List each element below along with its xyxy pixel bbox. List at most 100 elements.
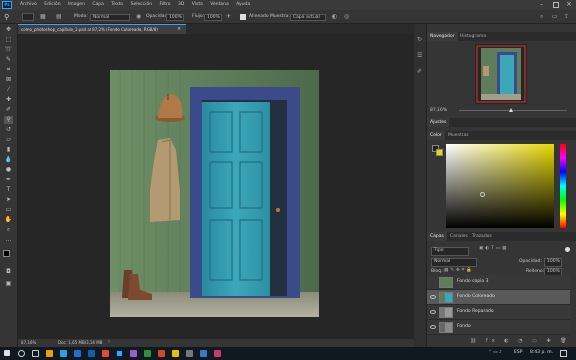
- tab-capas[interactable]: Capas: [427, 232, 447, 241]
- tab-canales[interactable]: Canales: [447, 232, 471, 241]
- store-icon[interactable]: [74, 350, 81, 357]
- hue-slider[interactable]: [560, 144, 566, 228]
- document-tab[interactable]: como_photoshop_capitulo_2.psd al 87,2% (…: [18, 24, 186, 34]
- mail-icon[interactable]: [88, 350, 95, 357]
- brush-panel-icon[interactable]: ▦: [40, 13, 48, 21]
- flow-input[interactable]: 100%: [204, 13, 222, 21]
- tab-navegador[interactable]: Navegador: [427, 32, 458, 41]
- share-icon[interactable]: ⇪: [564, 13, 572, 21]
- pressure-opacity-icon[interactable]: ◉: [136, 13, 143, 21]
- color-picker-field[interactable]: [446, 144, 554, 228]
- history-brush-tool-icon[interactable]: ↺: [4, 126, 13, 134]
- app-icon[interactable]: [144, 350, 151, 357]
- color-background-swatch[interactable]: [436, 149, 443, 156]
- visibility-eye-icon[interactable]: [430, 295, 436, 299]
- blend-mode-select[interactable]: Normal: [431, 258, 477, 267]
- language-indicator[interactable]: ESP: [514, 350, 522, 356]
- screen-mode-icon[interactable]: ▣: [4, 280, 13, 288]
- quick-select-tool-icon[interactable]: ✎: [4, 56, 13, 64]
- foreground-color-swatch[interactable]: [3, 250, 10, 257]
- clone-stamp-icon[interactable]: ⚲: [4, 13, 13, 21]
- app-icon[interactable]: [200, 350, 207, 357]
- task-view-icon[interactable]: [32, 350, 39, 357]
- tray-icons[interactable]: ⌃ ▭ ♪: [488, 350, 502, 356]
- search-icon[interactable]: ⌕: [540, 13, 548, 21]
- menu-filtro[interactable]: Filtro: [160, 0, 171, 10]
- type-tool-icon[interactable]: T: [4, 186, 13, 194]
- hand-tool-icon[interactable]: ✋: [4, 216, 13, 224]
- app-icon[interactable]: [172, 350, 179, 357]
- edge-icon[interactable]: [60, 350, 67, 357]
- lasso-tool-icon[interactable]: ➰: [4, 46, 13, 54]
- layer-name[interactable]: Fondo copia 3: [457, 279, 488, 285]
- app-icon[interactable]: [102, 350, 109, 357]
- clone-stamp-tool-icon[interactable]: ⚲: [4, 116, 13, 124]
- app-icon[interactable]: [214, 350, 221, 357]
- photoshop-taskbar-icon[interactable]: [116, 350, 123, 357]
- history-panel-icon[interactable]: ↻: [417, 36, 424, 43]
- menu-vista[interactable]: Vista: [192, 0, 203, 10]
- sample-select[interactable]: Capa actual: [290, 13, 326, 21]
- more-tools-icon[interactable]: …: [4, 236, 13, 244]
- tab-color[interactable]: Color: [427, 131, 445, 140]
- eraser-tool-icon[interactable]: ▱: [4, 136, 13, 144]
- layer-actions-icons[interactable]: ⛓ fx ◐ ◔ ▭ ✚ 🗑: [470, 339, 571, 344]
- frame-tool-icon[interactable]: ⊠: [4, 76, 13, 84]
- menu-3d[interactable]: 3D: [178, 0, 184, 10]
- menu-archivo[interactable]: Archivo: [20, 0, 37, 10]
- clock[interactable]: 8:43 p. m.: [530, 350, 553, 356]
- layer-name[interactable]: Fondo: [457, 324, 471, 330]
- layer-opacity-input[interactable]: 100%: [544, 258, 562, 267]
- close-button[interactable]: ×: [566, 1, 572, 8]
- menu-edicion[interactable]: Edición: [44, 0, 60, 10]
- layer-name[interactable]: Fondo Reparado: [457, 309, 494, 315]
- maximize-button[interactable]: [553, 2, 559, 8]
- color-picker-cursor[interactable]: [480, 192, 485, 197]
- pen-tool-icon[interactable]: ✒: [4, 176, 13, 184]
- lock-icons[interactable]: ▦✎✥⌗🔒: [444, 268, 474, 274]
- move-tool-icon[interactable]: ✥: [4, 26, 13, 34]
- zoom-readout[interactable]: 87,16%: [21, 341, 36, 345]
- close-tab-icon[interactable]: ×: [177, 27, 181, 32]
- layer-row[interactable]: Fondo copia 3: [427, 275, 570, 290]
- blur-tool-icon[interactable]: 💧: [4, 156, 13, 164]
- navigator-zoom-slider[interactable]: [459, 110, 567, 111]
- properties-panel-icon[interactable]: ☰: [417, 52, 424, 59]
- zoom-tool-icon[interactable]: ⌕: [4, 226, 13, 234]
- menu-texto[interactable]: Texto: [111, 0, 123, 10]
- tab-muestras[interactable]: Muestras: [445, 131, 472, 140]
- filter-toggle-icon[interactable]: [565, 247, 570, 252]
- tab-trazados[interactable]: Trazados: [469, 232, 495, 241]
- menu-capa[interactable]: Capa: [92, 0, 104, 10]
- pressure-size-icon[interactable]: ◎: [344, 13, 352, 21]
- clone-source-icon[interactable]: ▤: [56, 13, 64, 21]
- visibility-eye-icon[interactable]: [430, 310, 436, 314]
- layer-row[interactable]: Fondo: [427, 320, 570, 335]
- marquee-tool-icon[interactable]: ⬚: [4, 36, 13, 44]
- menu-ventana[interactable]: Ventana: [210, 0, 228, 10]
- workspace-icon[interactable]: ▭: [552, 13, 560, 21]
- quick-mask-icon[interactable]: ◘: [4, 268, 13, 276]
- opacity-input[interactable]: 100%: [166, 13, 184, 21]
- visibility-eye-icon[interactable]: [430, 325, 436, 329]
- dodge-tool-icon[interactable]: ●: [4, 166, 13, 174]
- search-icon[interactable]: [18, 350, 25, 357]
- menu-ayuda[interactable]: Ayuda: [236, 0, 250, 10]
- layer-filter-icons[interactable]: ▣◐T▭▦: [479, 246, 508, 252]
- windows-start-icon[interactable]: [4, 350, 10, 356]
- menu-imagen[interactable]: Imagen: [68, 0, 85, 10]
- crop-tool-icon[interactable]: ⌗: [4, 66, 13, 74]
- app-icon[interactable]: [186, 350, 193, 357]
- status-arrow-icon[interactable]: ›: [108, 340, 110, 345]
- app-icon[interactable]: [130, 350, 137, 357]
- minimize-button[interactable]: –: [540, 2, 543, 8]
- airbrush-icon[interactable]: ✈: [226, 13, 233, 21]
- brush-tool-icon[interactable]: ✐: [4, 106, 13, 114]
- navigator-slider-handle[interactable]: [509, 108, 513, 112]
- mode-select[interactable]: Normal: [90, 13, 130, 21]
- menu-seleccion[interactable]: Selección: [131, 0, 152, 10]
- layer-filter-select[interactable]: Tipo: [431, 247, 469, 256]
- healing-brush-tool-icon[interactable]: ✚: [4, 96, 13, 104]
- document-size[interactable]: Doc: 1,65 MB/3,14 MB: [58, 341, 102, 345]
- file-explorer-icon[interactable]: [46, 350, 53, 357]
